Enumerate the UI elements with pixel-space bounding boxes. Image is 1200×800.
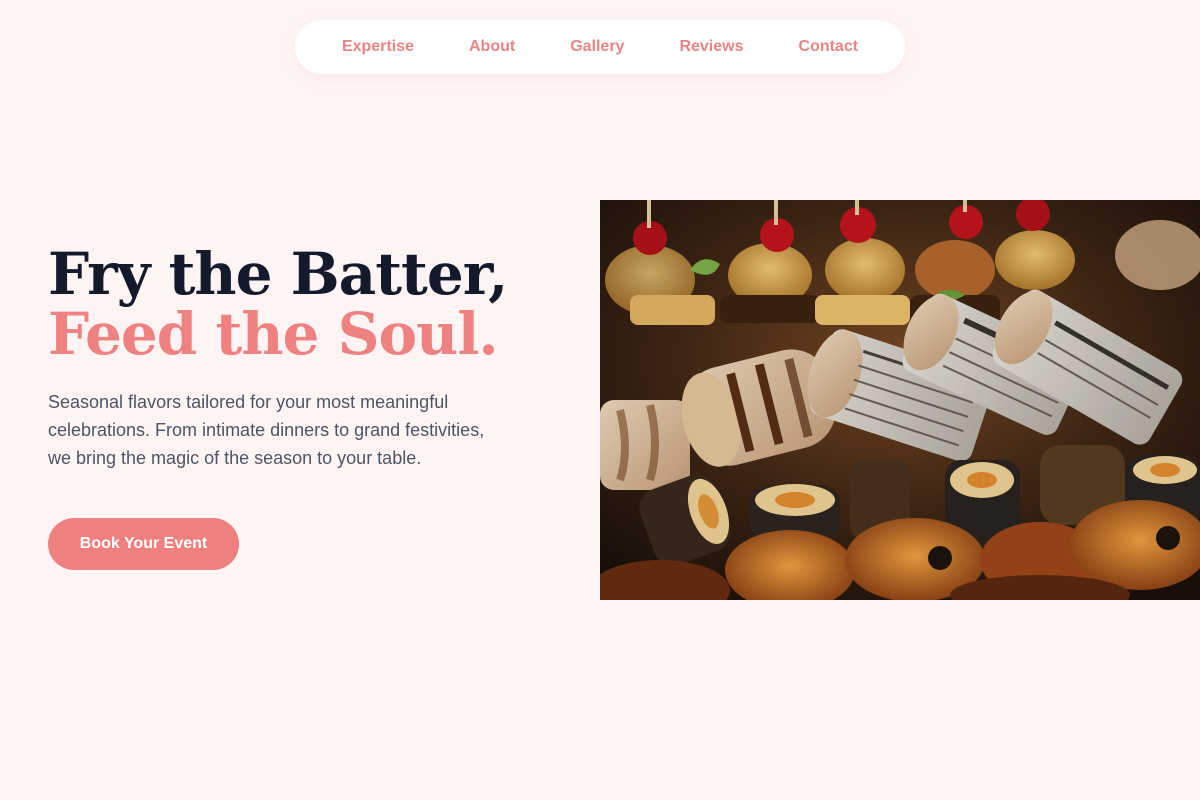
hero-description: Seasonal flavors tailored for your most … xyxy=(48,392,485,468)
food-platter-image xyxy=(600,200,1200,600)
nav-item-gallery[interactable]: Gallery xyxy=(543,38,652,56)
hero-title: Fry the Batter, Feed the Soul. xyxy=(48,240,508,368)
top-nav: Expertise About Gallery Reviews Contact xyxy=(295,20,905,74)
page: Expertise About Gallery Reviews Contact … xyxy=(0,0,1200,800)
hero-title-line1: Fry the Batter, xyxy=(48,240,508,308)
hero-title-line2: Feed the Soul. xyxy=(48,300,499,368)
nav-item-contact[interactable]: Contact xyxy=(771,38,886,56)
nav-item-expertise[interactable]: Expertise xyxy=(314,38,441,56)
nav-item-about[interactable]: About xyxy=(441,38,542,56)
book-event-button[interactable]: Book Your Event xyxy=(48,518,239,570)
nav-item-reviews[interactable]: Reviews xyxy=(652,38,771,56)
